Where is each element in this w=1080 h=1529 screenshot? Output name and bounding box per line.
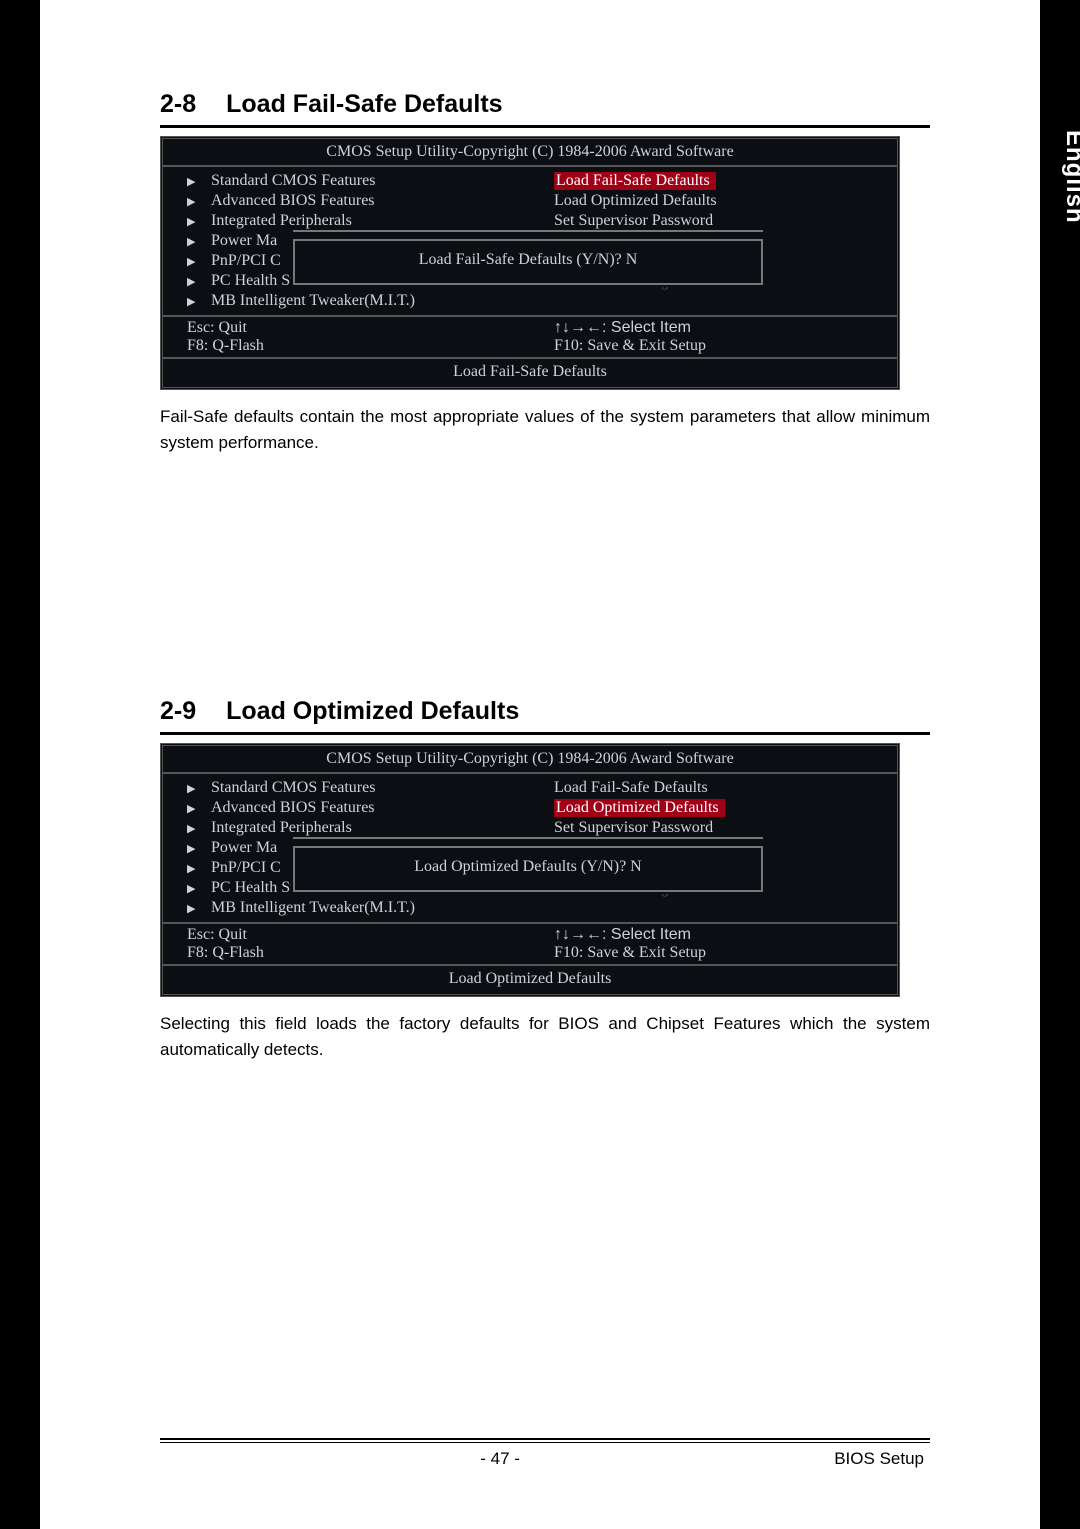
dialog-prompt: Load Fail-Safe Defaults (Y/N)? N	[419, 251, 638, 268]
menu-item[interactable]: ▶Integrated Peripherals	[187, 818, 530, 838]
key-hint-arrows: ↑↓→←: Select Item	[554, 926, 897, 944]
menu-item[interactable]: Load Optimized Defaults	[554, 191, 897, 211]
section-heading-29: 2-9 Load Optimized Defaults	[160, 697, 930, 726]
dialog-top-border	[293, 230, 763, 236]
section-caption-28: Fail-Safe defaults contain the most appr…	[160, 404, 930, 457]
triangle-right-icon: ▶	[187, 295, 211, 308]
footer-col: Esc: Quit F8: Q-Flash	[163, 319, 530, 355]
key-hint-esc: Esc: Quit	[187, 926, 530, 944]
footer-section-name: BIOS Setup	[834, 1449, 924, 1469]
content-area: 2-8 Load Fail-Safe Defaults CMOS Setup Ut…	[40, 40, 1040, 1063]
triangle-right-icon: ▶	[187, 255, 211, 268]
bios-body-2: ▶Standard CMOS Features ▶Advanced BIOS F…	[163, 774, 897, 922]
confirm-dialog-2[interactable]: Load Optimized Defaults (Y/N)? N	[293, 846, 763, 892]
spacer	[160, 457, 930, 697]
triangle-right-icon: ▶	[187, 842, 211, 855]
menu-label: Integrated Peripherals	[211, 819, 352, 836]
dialog-top-border	[293, 837, 763, 843]
menu-label: Load Fail-Safe Defaults	[554, 779, 708, 796]
menu-label: PnP/PCI C	[211, 859, 281, 876]
section-heading-28: 2-8 Load Fail-Safe Defaults	[160, 90, 930, 119]
triangle-right-icon: ▶	[187, 782, 211, 795]
menu-item[interactable]: ▶Advanced BIOS Features	[187, 191, 530, 211]
menu-item[interactable]: ▶Standard CMOS Features	[187, 171, 530, 191]
menu-item[interactable]: ▶MB Intelligent Tweaker(M.I.T.)	[187, 898, 530, 918]
bios-body-1: ▶Standard CMOS Features ▶Advanced BIOS F…	[163, 167, 897, 315]
menu-label: MB Intelligent Tweaker(M.I.T.)	[211, 292, 415, 309]
menu-label: Set Supervisor Password	[554, 212, 713, 229]
menu-label: Integrated Peripherals	[211, 212, 352, 229]
section-title-29: Load Optimized Defaults	[226, 697, 519, 725]
menu-label-selected: Load Fail-Safe Defaults	[554, 172, 716, 190]
triangle-right-icon: ▶	[187, 902, 211, 915]
triangle-right-icon: ▶	[187, 195, 211, 208]
menu-label-selected: Load Optimized Defaults	[554, 799, 725, 817]
footer-col: Esc: Quit F8: Q-Flash	[163, 926, 530, 962]
key-hint-arrows: ↑↓→←: Select Item	[554, 319, 897, 337]
menu-item[interactable]: Load Fail-Safe Defaults	[554, 171, 897, 191]
triangle-right-icon: ▶	[187, 822, 211, 835]
confirm-dialog-1[interactable]: Load Fail-Safe Defaults (Y/N)? N	[293, 239, 763, 285]
bios-footer-title-1: Load Fail-Safe Defaults	[163, 357, 897, 387]
footer-rule-thin	[160, 1442, 930, 1443]
triangle-right-icon: ▶	[187, 882, 211, 895]
menu-item[interactable]: Set Supervisor Password	[554, 211, 897, 231]
page-number: - 47 -	[480, 1449, 520, 1469]
page-footer: - 47 - BIOS Setup	[160, 1438, 930, 1469]
key-hint-esc: Esc: Quit	[187, 319, 530, 337]
bios-footer-keys-2: Esc: Quit F8: Q-Flash ↑↓→←: Select Item …	[163, 922, 897, 964]
heading-rule-thin	[160, 734, 930, 735]
menu-label: Power Ma	[211, 232, 277, 249]
heading-rule-thin	[160, 127, 930, 128]
key-hint-f8: F8: Q-Flash	[187, 944, 530, 962]
menu-item[interactable]: ▶MB Intelligent Tweaker(M.I.T.)	[187, 291, 530, 311]
section-title-28: Load Fail-Safe Defaults	[226, 90, 502, 118]
bios-screenshot-1: CMOS Setup Utility-Copyright (C) 1984-20…	[160, 136, 900, 390]
bios-header-1: CMOS Setup Utility-Copyright (C) 1984-20…	[163, 139, 897, 167]
footer-row: - 47 - BIOS Setup	[160, 1449, 930, 1469]
footer-col: ↑↓→←: Select Item F10: Save & Exit Setup	[530, 319, 897, 355]
menu-label: MB Intelligent Tweaker(M.I.T.)	[211, 899, 415, 916]
menu-item[interactable]: ▶Advanced BIOS Features	[187, 798, 530, 818]
triangle-right-icon: ▶	[187, 802, 211, 815]
menu-label: Standard CMOS Features	[211, 172, 375, 189]
menu-item[interactable]: Load Optimized Defaults	[554, 798, 897, 818]
language-tab: English	[1060, 130, 1080, 224]
triangle-right-icon: ▶	[187, 275, 211, 288]
menu-label: Power Ma	[211, 839, 277, 856]
bios-screenshot-2: CMOS Setup Utility-Copyright (C) 1984-20…	[160, 743, 900, 997]
bios-footer-title-2: Load Optimized Defaults	[163, 964, 897, 994]
footer-rule-thick	[160, 1438, 930, 1440]
menu-label: Standard CMOS Features	[211, 779, 375, 796]
footer-col: ↑↓→←: Select Item F10: Save & Exit Setup	[530, 926, 897, 962]
section-number-28: 2-8	[160, 90, 196, 119]
triangle-right-icon: ▶	[187, 215, 211, 228]
triangle-right-icon: ▶	[187, 235, 211, 248]
menu-label: PnP/PCI C	[211, 252, 281, 269]
key-hint-f8: F8: Q-Flash	[187, 337, 530, 355]
menu-item[interactable]: ▶Integrated Peripherals	[187, 211, 530, 231]
dialog-prompt: Load Optimized Defaults (Y/N)? N	[414, 858, 641, 875]
menu-label: Advanced BIOS Features	[211, 799, 375, 816]
section-caption-29: Selecting this field loads the factory d…	[160, 1011, 930, 1064]
menu-label: Set Supervisor Password	[554, 819, 713, 836]
bios-footer-keys-1: Esc: Quit F8: Q-Flash ↑↓→←: Select Item …	[163, 315, 897, 357]
key-hint-f10: F10: Save & Exit Setup	[554, 337, 897, 355]
section-number-29: 2-9	[160, 697, 196, 726]
menu-item[interactable]: ▶Standard CMOS Features	[187, 778, 530, 798]
triangle-right-icon: ▶	[187, 175, 211, 188]
triangle-right-icon: ▶	[187, 862, 211, 875]
menu-label: Advanced BIOS Features	[211, 192, 375, 209]
key-hint-f10: F10: Save & Exit Setup	[554, 944, 897, 962]
menu-item[interactable]: Load Fail-Safe Defaults	[554, 778, 897, 798]
menu-label: Load Optimized Defaults	[554, 192, 717, 209]
page: English 2-8Load Fail-Safe Defaults CMOS …	[40, 0, 1040, 1529]
bios-header-2: CMOS Setup Utility-Copyright (C) 1984-20…	[163, 746, 897, 774]
menu-item[interactable]: Set Supervisor Password	[554, 818, 897, 838]
